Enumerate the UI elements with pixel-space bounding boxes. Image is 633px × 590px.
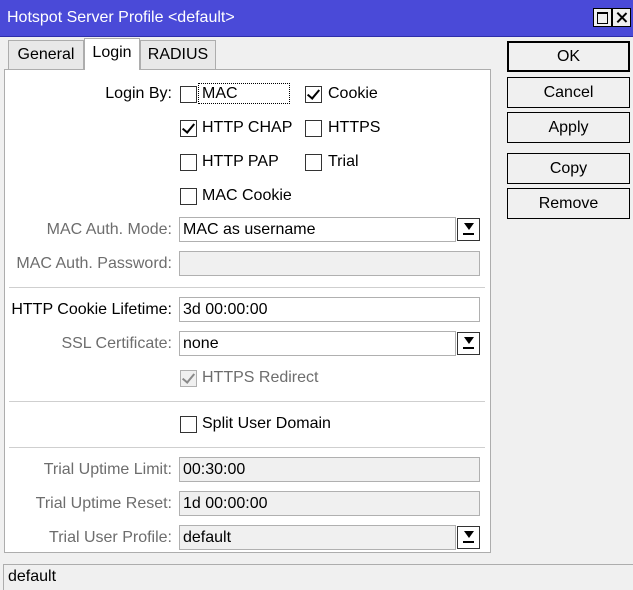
mac-auth-mode-select[interactable]: MAC as username xyxy=(179,217,456,242)
remove-button[interactable]: Remove xyxy=(507,188,630,219)
ssl-certificate-select[interactable]: none xyxy=(179,331,456,356)
ok-button[interactable]: OK xyxy=(507,41,630,72)
window-title: Hotspot Server Profile <default> xyxy=(7,9,235,26)
window-title-bar[interactable]: Hotspot Server Profile <default> xyxy=(0,0,633,37)
ssl-certificate-dropdown-icon[interactable] xyxy=(457,332,480,355)
close-icon[interactable] xyxy=(612,8,631,27)
copy-button[interactable]: Copy xyxy=(507,153,630,184)
tab-login[interactable]: Login xyxy=(84,38,140,70)
login-by-http-chap-checkbox[interactable] xyxy=(180,120,197,137)
login-by-trial-label: Trial xyxy=(328,153,359,170)
login-by-https-label: HTTPS xyxy=(328,119,381,136)
login-by-https-checkbox[interactable] xyxy=(305,120,322,137)
login-by-cookie-label: Cookie xyxy=(328,85,378,102)
cancel-button[interactable]: Cancel xyxy=(507,77,630,108)
separator xyxy=(9,401,485,402)
split-user-domain-label: Split User Domain xyxy=(202,415,331,432)
login-by-trial-checkbox[interactable] xyxy=(305,154,322,171)
ssl-certificate-label: SSL Certificate: xyxy=(61,335,172,352)
mac-auth-mode-dropdown-icon[interactable] xyxy=(457,218,480,241)
separator xyxy=(9,287,485,288)
login-by-cookie-checkbox[interactable] xyxy=(305,86,322,103)
login-by-http-chap-label: HTTP CHAP xyxy=(202,119,293,136)
apply-button[interactable]: Apply xyxy=(507,112,630,143)
trial-user-profile-select[interactable]: default xyxy=(179,525,456,550)
tab-general[interactable]: General xyxy=(8,40,84,69)
http-cookie-lifetime-field[interactable]: 3d 00:00:00 xyxy=(179,297,480,322)
trial-uptime-reset-field[interactable]: 1d 00:00:00 xyxy=(179,491,480,516)
separator xyxy=(9,447,485,448)
login-by-http-pap-checkbox[interactable] xyxy=(180,154,197,171)
login-by-http-pap-label: HTTP PAP xyxy=(202,153,279,170)
tab-radius[interactable]: RADIUS xyxy=(140,40,216,69)
trial-uptime-limit-label: Trial Uptime Limit: xyxy=(43,461,172,478)
https-redirect-checkbox[interactable] xyxy=(180,370,197,387)
login-by-label: Login By: xyxy=(105,85,172,102)
login-by-mac-checkbox[interactable] xyxy=(180,86,197,103)
login-by-mac-cookie-checkbox[interactable] xyxy=(180,188,197,205)
mac-auth-mode-label: MAC Auth. Mode: xyxy=(46,221,172,238)
login-tab-panel: Login By: MAC Cookie HTTP CHAP HTTPS HTT… xyxy=(4,69,491,553)
status-bar: default xyxy=(3,564,633,590)
trial-uptime-limit-field[interactable]: 00:30:00 xyxy=(179,457,480,482)
mac-auth-password-label: MAC Auth. Password: xyxy=(16,255,172,272)
login-by-mac-label: MAC xyxy=(202,85,238,102)
trial-user-profile-dropdown-icon[interactable] xyxy=(457,526,480,549)
http-cookie-lifetime-label: HTTP Cookie Lifetime: xyxy=(11,301,172,318)
maximize-icon[interactable] xyxy=(593,8,612,27)
split-user-domain-checkbox[interactable] xyxy=(180,416,197,433)
login-by-mac-cookie-label: MAC Cookie xyxy=(202,187,292,204)
trial-user-profile-label: Trial User Profile: xyxy=(49,529,172,546)
mac-auth-password-field[interactable] xyxy=(179,251,480,276)
https-redirect-label: HTTPS Redirect xyxy=(202,369,319,386)
trial-uptime-reset-label: Trial Uptime Reset: xyxy=(35,495,172,512)
